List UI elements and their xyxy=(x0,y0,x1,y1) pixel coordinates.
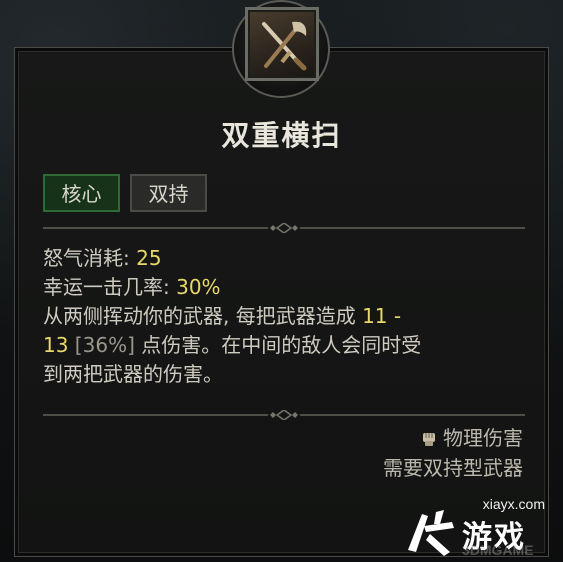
watermark-sub: 3DMGAME xyxy=(462,542,534,558)
lucky-hit-row: 幸运一击几率: 30% xyxy=(43,273,533,302)
crossed-sword-axe-icon xyxy=(245,7,319,81)
lucky-hit-label: 幸运一击几率: xyxy=(43,275,176,299)
fury-cost-value: 25 xyxy=(136,246,161,270)
watermark-site-url: xiayx.com xyxy=(483,496,545,512)
fury-cost-label: 怒气消耗: xyxy=(43,246,136,270)
damage-percent: [36%] xyxy=(68,333,134,357)
description-text: 从两侧挥动你的武器, 每把武器造成 xyxy=(43,304,362,328)
description-line-3: 到两把武器的伤害。 xyxy=(43,360,533,389)
fist-icon xyxy=(421,425,437,442)
lucky-hit-value: 30% xyxy=(176,275,220,299)
description-line-2: 13 [36%] 点伤害。在中间的敌人会同时受 xyxy=(43,331,533,360)
tag-dual-wield: 双持 xyxy=(130,174,207,212)
damage-type-label: 物理伤害 xyxy=(443,426,523,450)
fury-cost-row: 怒气消耗: 25 xyxy=(43,244,533,273)
divider-top xyxy=(43,223,525,233)
skill-footer: 物理伤害 需要双持型武器 xyxy=(383,423,523,483)
damage-type-row: 物理伤害 xyxy=(383,423,523,453)
weapon-requirement: 需要双持型武器 xyxy=(383,453,523,483)
watermark-logo-icon xyxy=(400,506,460,558)
damage-min-value: 11 - xyxy=(362,304,401,328)
tag-core: 核心 xyxy=(43,174,120,212)
damage-max-value: 13 xyxy=(43,333,68,357)
skill-stats: 怒气消耗: 25 幸运一击几率: 30% 从两侧挥动你的武器, 每把武器造成 1… xyxy=(43,244,533,389)
description-line-1: 从两侧挥动你的武器, 每把武器造成 11 - xyxy=(43,302,533,331)
divider-bottom xyxy=(43,410,525,420)
skill-title: 双重横扫 xyxy=(0,114,563,154)
description-text: 点伤害。在中间的敌人会同时受 xyxy=(135,333,421,357)
